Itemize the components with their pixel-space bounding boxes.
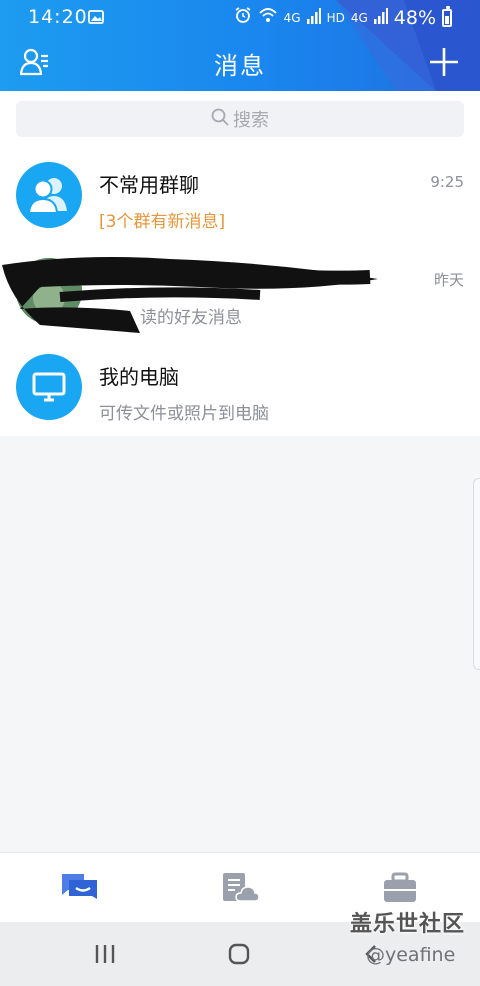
- redaction-scribble: [2, 257, 378, 333]
- conversation-preview: 可传文件或照片到电脑: [99, 404, 269, 424]
- conversation-time: 昨天: [433, 271, 464, 289]
- gallery-icon: [88, 8, 104, 30]
- battery-percent: 48%: [393, 6, 436, 29]
- conversation-list: 不常用群聊 [3个群有新消息] 9:25 读的好友消息 昨天 我的电脑 可传文件…: [0, 149, 480, 436]
- briefcase-tab-icon[interactable]: [380, 871, 420, 905]
- status-icons: 4G HD 4G 48%: [234, 5, 452, 29]
- side-drawer-handle[interactable]: [473, 478, 480, 670]
- conversation-name: 我的电脑: [99, 365, 179, 389]
- app-header: 14:20 4G HD 4G 48% 消息: [0, 0, 480, 91]
- hd-label: HD: [326, 10, 345, 25]
- search-icon: [211, 108, 229, 131]
- alarm-icon: [234, 6, 252, 29]
- conversation-item-group-chats[interactable]: 不常用群聊 [3个群有新消息] 9:25: [0, 149, 480, 245]
- search-input[interactable]: 搜索: [16, 101, 464, 137]
- signal-icon: [373, 7, 388, 29]
- search-placeholder: 搜索: [233, 110, 269, 131]
- search-area: 搜索: [0, 91, 480, 149]
- conversation-item-my-computer[interactable]: 我的电脑 可传文件或照片到电脑: [0, 341, 480, 437]
- wifi-icon: [258, 6, 278, 29]
- page-title: 消息: [214, 52, 266, 80]
- watermark-handle: @yeafine: [366, 944, 456, 966]
- plus-icon[interactable]: [428, 46, 460, 78]
- status-time: 14:20: [28, 6, 88, 28]
- messages-tab-icon[interactable]: [60, 871, 100, 905]
- title-bar: 消息: [0, 34, 480, 91]
- signal-icon: [306, 7, 321, 29]
- conversation-time: 9:25: [430, 173, 464, 191]
- recents-icon[interactable]: [94, 944, 116, 964]
- network-type-label: 4G: [283, 10, 301, 25]
- cloud-doc-tab-icon[interactable]: [220, 871, 260, 905]
- watermark-title: 盖乐世社区: [350, 912, 466, 937]
- conversation-name: 不常用群聊: [99, 173, 199, 197]
- home-icon[interactable]: [228, 943, 250, 965]
- conversation-preview: [3个群有新消息]: [99, 212, 226, 232]
- status-bar: 14:20 4G HD 4G 48%: [0, 0, 480, 34]
- system-nav-bar: 盖乐世社区 @yeafine: [0, 912, 480, 986]
- battery-icon: [442, 5, 452, 27]
- group-chat-icon: [16, 162, 82, 228]
- network-type-label-2: 4G: [350, 10, 368, 25]
- computer-icon: [16, 354, 82, 420]
